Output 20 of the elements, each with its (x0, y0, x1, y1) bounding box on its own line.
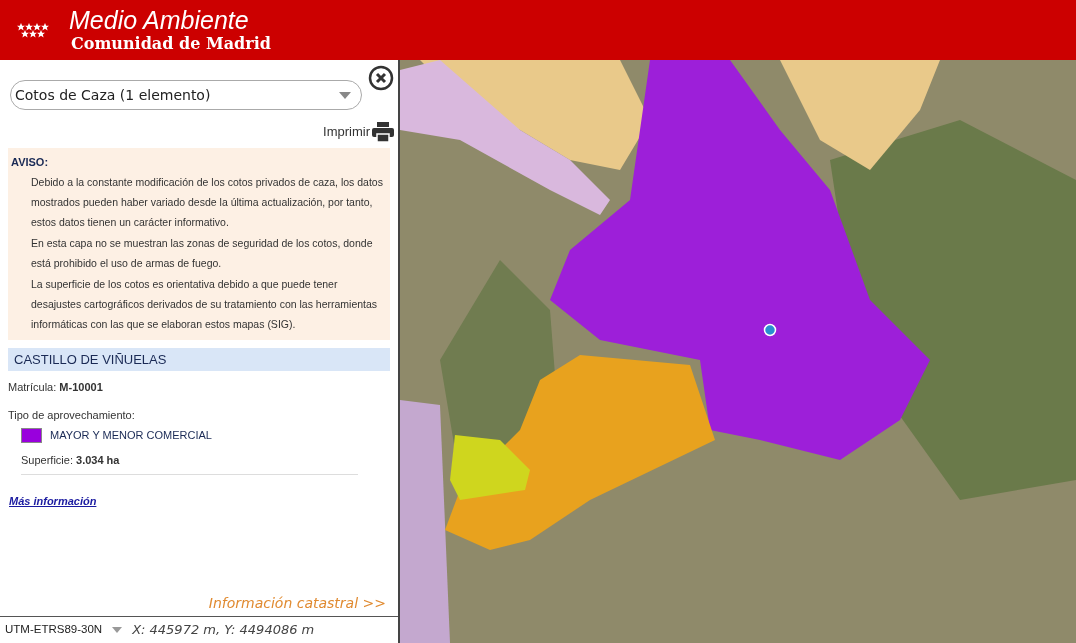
caret-icon (339, 91, 351, 99)
printer-icon[interactable] (372, 122, 394, 142)
feature-title: CASTILLO DE VIÑUELAS (8, 347, 390, 371)
close-icon[interactable] (368, 65, 394, 91)
use-label: Tipo de aprovechamiento: (8, 407, 136, 423)
notice-paragraph: En esta capa no se muestran las zonas de seguridad de los cotos, donde está prohibido el uso de armas de fuego. (30, 235, 374, 271)
registration-text: Matrícula: M-10001 (8, 380, 104, 395)
notice-paragraph: La superficie de los cotos es orientativa debido a que puede tener desajustes cartográficos derivados de su tratamiento con las herramientas informáticas con las que se elaboran estos mapas (SIG). (30, 276, 379, 332)
coordinates-text: X: 445972 m, Y: 4494086 m (132, 621, 315, 640)
satellite-map-drawing[interactable] (400, 60, 1076, 643)
area-text: Superficie: 3.034 ha (21, 451, 358, 475)
coordinate-system[interactable]: UTM-ETRS89-30N (5, 621, 103, 639)
caret-icon[interactable] (112, 627, 123, 633)
use-value: MAYOR Y MENOR COMERCIAL (50, 428, 212, 443)
print-button[interactable]: Imprimir (323, 122, 370, 142)
notice-title: AVISO: (11, 155, 50, 170)
notice-paragraph: Debido a la constante modificación de los cotos privados de caza, los datos mostrados pueden haber variado desde la última actualización, por tanto, estos datos tienen un carácter informativo. (30, 174, 384, 230)
app-subtitle: Comunidad de Madrid (71, 34, 271, 54)
more-info-link[interactable]: Más información (9, 493, 97, 510)
app-title: Medio Ambiente (69, 6, 250, 34)
